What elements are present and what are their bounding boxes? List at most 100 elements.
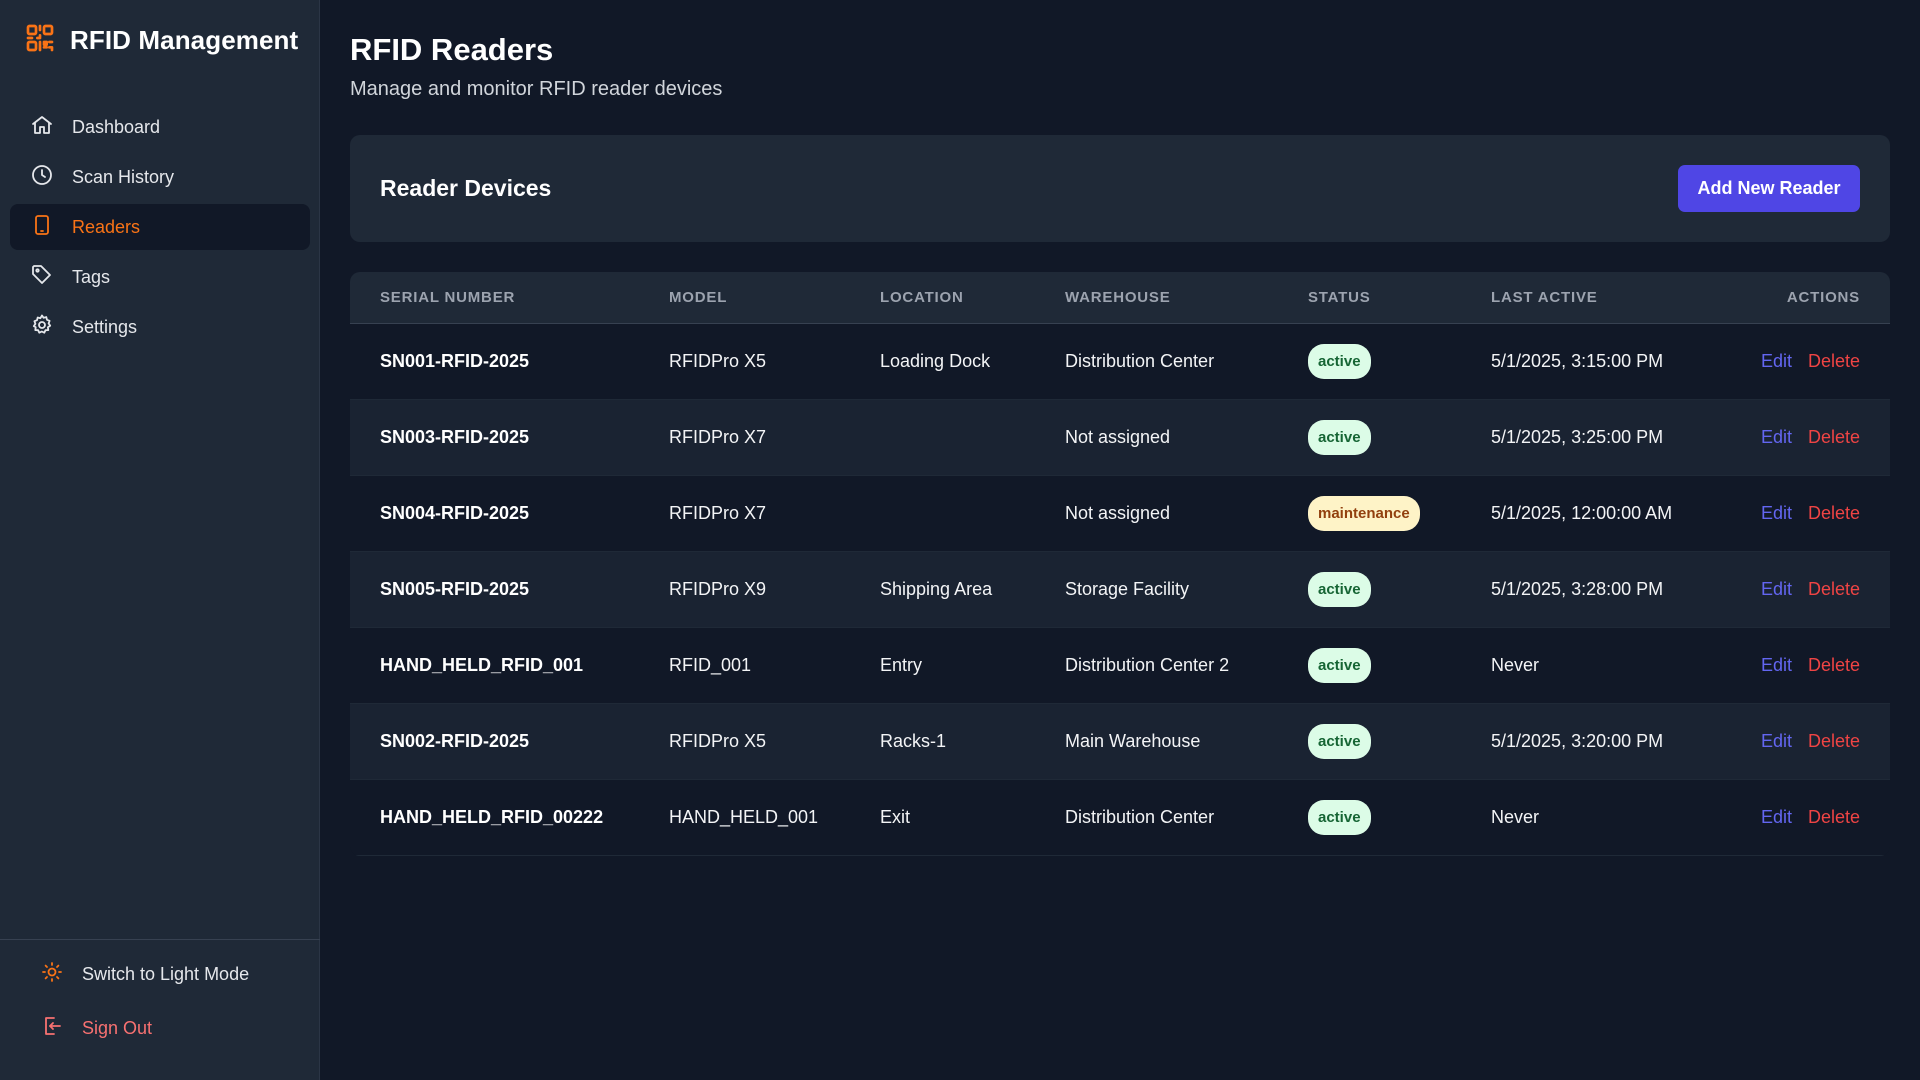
cell-model: RFIDPro X7 [639,399,850,476]
status-badge: active [1308,571,1371,607]
delete-button[interactable]: Delete [1808,503,1860,523]
column-header-model[interactable]: Model [639,272,850,324]
cell-actions: Edit Delete [1719,551,1890,628]
edit-button[interactable]: Edit [1761,807,1792,827]
cell-location: Racks-1 [850,703,1035,780]
cell-warehouse: Distribution Center [1035,323,1278,400]
cell-status: active [1278,703,1461,780]
status-badge: active [1308,419,1371,455]
table-row: SN005-RFID-2025 RFIDPro X9 Shipping Area St… [350,551,1890,628]
cell-serial-number: SN001-RFID-2025 [350,323,639,400]
theme-toggle-button[interactable]: Switch to Light Mode [40,960,249,989]
column-header-actions: Actions [1719,272,1890,324]
sidebar-item-label: Dashboard [72,116,161,137]
status-badge: active [1308,647,1371,683]
table-row: SN001-RFID-2025 RFIDPro X5 Loading Dock Dis… [350,323,1890,400]
reader-devices-card: Reader Devices Add New Reader [350,135,1890,242]
cell-model: RFIDPro X7 [639,475,850,552]
delete-button[interactable]: Delete [1808,579,1860,599]
cell-actions: Edit Delete [1719,475,1890,552]
status-badge: active [1308,723,1371,759]
cell-warehouse: Main Warehouse [1035,703,1278,780]
sidebar-item-settings[interactable]: Settings [10,304,310,350]
cell-last-active: 5/1/2025, 12:00:00 AM [1461,475,1719,552]
edit-button[interactable]: Edit [1761,427,1792,447]
brand[interactable]: RFID Management [24,22,298,58]
column-header-warehouse[interactable]: Warehouse [1035,272,1278,324]
edit-button[interactable]: Edit [1761,503,1792,523]
cell-model: RFIDPro X5 [639,323,850,400]
cell-last-active: Never [1461,779,1719,856]
column-header-serial-number[interactable]: Serial Number [350,272,639,324]
sidebar-item-dashboard[interactable]: Dashboard [10,104,310,150]
cell-status: active [1278,399,1461,476]
delete-button[interactable]: Delete [1808,807,1860,827]
edit-button[interactable]: Edit [1761,351,1792,371]
cell-last-active: 5/1/2025, 3:25:00 PM [1461,399,1719,476]
cell-serial-number: SN004-RFID-2025 [350,475,639,552]
theme-toggle-label: Switch to Light Mode [82,964,250,984]
cell-serial-number: SN003-RFID-2025 [350,399,639,476]
cell-serial-number: HAND_HELD_RFID_001 [350,627,639,704]
sidebar-item-readers[interactable]: Readers [10,204,310,250]
cell-warehouse: Distribution Center 2 [1035,627,1278,704]
cell-status: maintenance [1278,475,1461,552]
sign-out-button[interactable]: Sign Out [40,1014,152,1043]
cell-actions: Edit Delete [1719,779,1890,856]
delete-button[interactable]: Delete [1808,655,1860,675]
cell-last-active: 5/1/2025, 3:15:00 PM [1461,323,1719,400]
cell-location: Shipping Area [850,551,1035,628]
delete-button[interactable]: Delete [1808,351,1860,371]
status-badge: active [1308,343,1371,379]
status-badge: maintenance [1308,495,1420,531]
status-badge: active [1308,799,1371,835]
delete-button[interactable]: Delete [1808,427,1860,447]
add-new-reader-button[interactable]: Add New Reader [1678,165,1860,212]
column-header-location[interactable]: Location [850,272,1035,324]
table-row: SN004-RFID-2025 RFIDPro X7 Not assigned mai… [350,475,1890,552]
cell-model: RFID_001 [639,627,850,704]
cell-location [850,475,1035,552]
cell-location: Entry [850,627,1035,704]
sidebar-item-label: Settings [72,316,138,337]
qr-code-icon [24,22,56,59]
cell-actions: Edit Delete [1719,399,1890,476]
clock-icon [30,163,54,192]
column-header-last-active[interactable]: Last Active [1461,272,1719,324]
delete-button[interactable]: Delete [1808,731,1860,751]
cell-status: active [1278,627,1461,704]
tag-icon [30,263,54,292]
table-row: HAND_HELD_RFID_001 RFID_001 Entry Distribut… [350,627,1890,704]
sign-out-icon [40,1014,64,1043]
sidebar-item-tags[interactable]: Tags [10,254,310,300]
edit-button[interactable]: Edit [1761,655,1792,675]
sidebar-item-label: Readers [72,216,141,237]
cell-location: Loading Dock [850,323,1035,400]
cell-serial-number: SN002-RFID-2025 [350,703,639,780]
gear-icon [30,313,54,342]
cell-status: active [1278,779,1461,856]
edit-button[interactable]: Edit [1761,731,1792,751]
readers-table: Serial Number Model Location Warehouse S… [350,272,1890,856]
table-row: HAND_HELD_RFID_00222 HAND_HELD_001 Exit Dis… [350,779,1890,856]
table-header-row: Serial Number Model Location Warehouse S… [350,272,1890,324]
sidebar-footer: Switch to Light Mode Sign Out [0,939,320,1080]
page-subtitle: Manage and monitor RFID reader devices [350,78,723,100]
sidebar-item-label: Tags [72,266,111,287]
sidebar-item-scan-history[interactable]: Scan History [10,154,310,200]
page-title: RFID Readers [350,32,554,67]
cell-model: HAND_HELD_001 [639,779,850,856]
column-header-status[interactable]: Status [1278,272,1461,324]
cell-warehouse: Storage Facility [1035,551,1278,628]
tablet-icon [30,213,54,242]
table-row: SN003-RFID-2025 RFIDPro X7 Not assigned act… [350,399,1890,476]
edit-button[interactable]: Edit [1761,579,1792,599]
cell-serial-number: SN005-RFID-2025 [350,551,639,628]
cell-location [850,399,1035,476]
cell-status: active [1278,323,1461,400]
sidebar-item-label: Scan History [72,166,175,187]
cell-warehouse: Not assigned [1035,399,1278,476]
sun-icon [40,960,64,989]
home-icon [30,113,54,142]
cell-model: RFIDPro X5 [639,703,850,780]
